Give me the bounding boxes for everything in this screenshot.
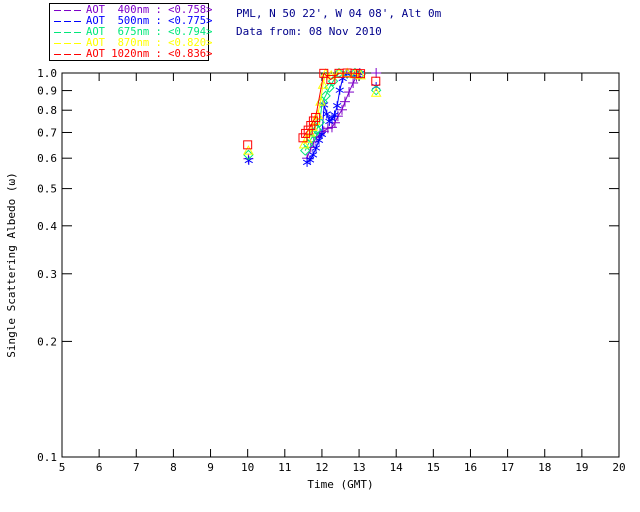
x-tick-label: 18	[538, 461, 551, 474]
y-tick-label: 0.4	[37, 220, 57, 233]
x-tick-label: 19	[575, 461, 588, 474]
legend-box: AOT 400nm : <0.758> AOT 500nm : <0.775> AO…	[49, 3, 212, 61]
x-tick-label: 6	[96, 461, 103, 474]
series-aot-870nm	[243, 67, 382, 155]
y-tick-label: 0.8	[37, 104, 57, 117]
y-tick-label: 0.7	[37, 126, 57, 139]
y-tick-label: 0.5	[37, 183, 57, 196]
plot-area: 5 6 7 8 9 10 11 12 13 14 15 16 17 18 19 20 0.1 0.2 0.3 0.4 0…	[5, 67, 626, 491]
x-tick-label: 10	[241, 461, 254, 474]
x-tick-label: 12	[315, 461, 328, 474]
x-tick-label: 13	[352, 461, 365, 474]
x-tick-label: 9	[207, 461, 214, 474]
x-tick-label: 8	[170, 461, 177, 474]
legend-dash-line	[54, 10, 81, 11]
y-tick-label: 0.3	[37, 268, 57, 281]
x-tick-label: 11	[278, 461, 291, 474]
y-tick-label: 0.1	[37, 451, 57, 464]
y-tick-label: 0.9	[37, 85, 57, 98]
x-tick-label: 17	[501, 461, 514, 474]
legend-dash-line	[54, 32, 81, 33]
y-tick-label: 1.0	[37, 67, 57, 80]
y-tick-label: 0.2	[37, 335, 57, 348]
legend-item: AOT 1020nm : <0.836>	[54, 49, 212, 60]
legend-dash-line	[54, 43, 81, 44]
x-tick-label: 7	[133, 461, 140, 474]
y-tick-label: 0.6	[37, 152, 57, 165]
x-tick-label: 16	[464, 461, 477, 474]
x-tick-label: 5	[59, 461, 66, 474]
data-date: Data from: 08 Nov 2010	[236, 25, 382, 38]
legend-dash-line	[54, 54, 81, 55]
x-tick-label: 15	[427, 461, 440, 474]
x-tick-label: 20	[612, 461, 625, 474]
y-axis-title: Single Scattering Albedo (ω)	[5, 172, 18, 357]
series-aot-500nm	[244, 69, 381, 167]
ssa-plot-figure: 5 6 7 8 9 10 11 12 13 14 15 16 17 18 19 20 0.1 0.2 0.3 0.4 0…	[0, 0, 640, 512]
series-aot-400nm	[243, 68, 382, 164]
legend-dash-line	[54, 21, 81, 22]
legend-item-label: AOT 1020nm : <0.836>	[86, 48, 213, 60]
x-tick-label: 14	[390, 461, 404, 474]
x-axis-title: Time (GMT)	[307, 478, 373, 491]
station-info: PML, N 50 22', W 04 08', Alt 0m	[236, 7, 442, 20]
station-header: PML, N 50 22', W 04 08', Alt 0m Data fro…	[236, 5, 441, 41]
